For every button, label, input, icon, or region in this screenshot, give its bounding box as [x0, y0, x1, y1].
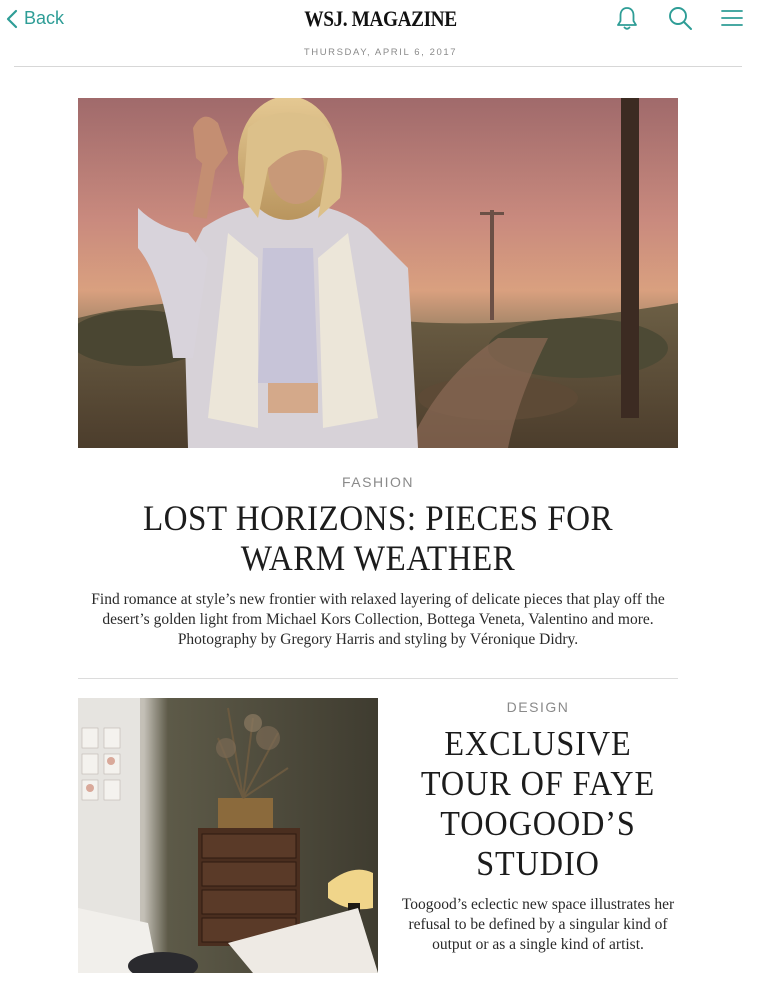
article-category[interactable]: FASHION [78, 474, 678, 490]
article-dek: Toogood’s eclectic new space illustrates… [401, 896, 675, 953]
menu-button[interactable] [718, 6, 746, 34]
notifications-button[interactable] [613, 6, 641, 34]
article-thumbnail[interactable] [78, 698, 378, 973]
issue-date: THURSDAY, APRIL 6, 2017 [303, 47, 458, 58]
hamburger-menu-icon [721, 9, 743, 32]
chevron-left-icon [6, 9, 18, 29]
bell-icon [615, 5, 639, 36]
search-button[interactable] [666, 6, 694, 34]
top-bar: Back WSJ. MAGAZINE THURSDAY, APRIL 6, 20… [0, 0, 761, 58]
article-title[interactable]: LOST HORIZONS: PIECES FOR WARM WEATHER [91, 498, 665, 578]
article-divider [78, 678, 678, 679]
header-divider [14, 66, 742, 67]
article-category[interactable]: DESIGN [398, 699, 678, 715]
hero-image[interactable] [78, 98, 678, 448]
article-dek: Find romance at style’s new frontier wit… [91, 591, 665, 648]
article-title[interactable]: EXCLUSIVE TOUR OF FAYE TOOGOOD’S STUDIO [409, 724, 667, 884]
search-icon [667, 5, 693, 36]
